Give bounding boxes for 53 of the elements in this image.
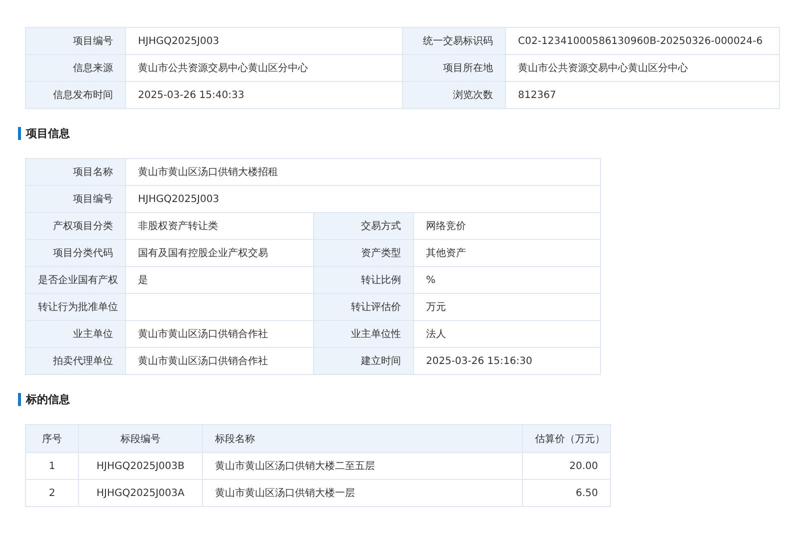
table-cell: HJHGQ2025J003A <box>78 480 202 506</box>
field-value: 国有及国有控股企业产权交易 <box>126 240 314 266</box>
field-value: % <box>414 266 600 294</box>
field-label: 统一交易标识码 <box>402 28 506 54</box>
field-label: 产权项目分类 <box>26 212 126 240</box>
field-value: 2025-03-26 15:40:33 <box>126 82 402 108</box>
field-label: 转让评估价 <box>314 294 414 320</box>
field-label: 项目名称 <box>26 158 126 186</box>
field-value: HJHGQ2025J003 <box>126 186 600 212</box>
column-header: 估算价（万元） <box>522 424 610 452</box>
field-label: 转让行为批准单位 <box>26 294 126 320</box>
field-label: 资产类型 <box>314 240 414 266</box>
table-cell: 20.00 <box>522 452 610 480</box>
field-label: 转让比例 <box>314 266 414 294</box>
field-value: 非股权资产转让类 <box>126 212 314 240</box>
table-cell: 2 <box>26 480 78 506</box>
table-cell: 黄山市黄山区汤口供销大楼一层 <box>202 480 522 506</box>
field-label: 项目编号 <box>26 186 126 212</box>
table-cell: HJHGQ2025J003B <box>78 452 202 480</box>
field-value: 法人 <box>414 320 600 348</box>
field-value: 黄山市黄山区汤口供销合作社 <box>126 320 314 348</box>
field-label: 业主单位性 <box>314 320 414 348</box>
field-label: 项目分类代码 <box>26 240 126 266</box>
field-value: C02-12341000586130960B-20250326-000024-6 <box>506 28 780 54</box>
field-value: 黄山市黄山区汤口供销合作社 <box>126 348 314 374</box>
field-value: 万元 <box>414 294 600 320</box>
field-value: 是 <box>126 266 314 294</box>
field-value: 网络竞价 <box>414 212 600 240</box>
field-label: 项目所在地 <box>402 54 506 82</box>
table-cell: 1 <box>26 452 78 480</box>
field-label: 项目编号 <box>26 28 126 54</box>
field-value: 黄山市公共资源交易中心黄山区分中心 <box>506 54 780 82</box>
field-label: 信息发布时间 <box>26 82 126 108</box>
field-value: 812367 <box>506 82 780 108</box>
column-header: 标段名称 <box>202 424 522 452</box>
field-value: 2025-03-26 15:16:30 <box>414 348 600 374</box>
field-value: 其他资产 <box>414 240 600 266</box>
column-header: 序号 <box>26 424 78 452</box>
field-label: 拍卖代理单位 <box>26 348 126 374</box>
column-header: 标段编号 <box>78 424 202 452</box>
section-title: 项目信息 <box>26 126 70 141</box>
field-value: 黄山市黄山区汤口供销大楼招租 <box>126 158 600 186</box>
table-cell: 黄山市黄山区汤口供销大楼二至五层 <box>202 452 522 480</box>
field-value: 黄山市公共资源交易中心黄山区分中心 <box>126 54 402 82</box>
table-cell: 6.50 <box>522 480 610 506</box>
field-label: 业主单位 <box>26 320 126 348</box>
section-title: 标的信息 <box>26 392 70 407</box>
field-value: HJHGQ2025J003 <box>126 28 402 54</box>
field-label: 信息来源 <box>26 54 126 82</box>
field-label: 建立时间 <box>314 348 414 374</box>
field-label: 交易方式 <box>314 212 414 240</box>
field-label: 浏览次数 <box>402 82 506 108</box>
field-label: 是否企业国有产权 <box>26 266 126 294</box>
